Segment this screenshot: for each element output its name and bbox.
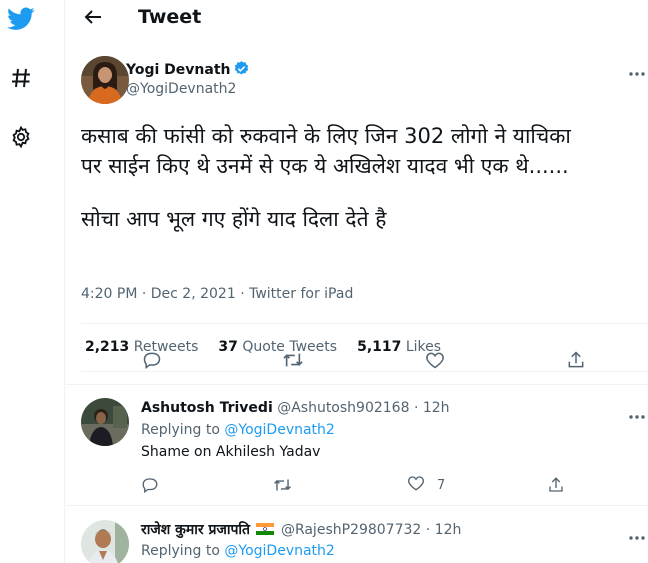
reply-header: राजेश कुमार प्रजापति @RajeshP29807732 · … — [141, 520, 461, 539]
reply-text: Shame on Akhilesh Yadav — [141, 444, 321, 460]
avatar[interactable] — [81, 520, 129, 563]
tweet-text-line: पर साईन किए थे उनमें से एक ये अखिलेश याद… — [81, 154, 569, 178]
replying-label: Replying to — [141, 543, 220, 559]
author-name-row[interactable]: Yogi Devnath — [126, 60, 250, 81]
tweet-actions — [66, 349, 648, 373]
reply-author-handle[interactable]: @RajeshP29807732 — [281, 522, 421, 538]
replying-to: Replying to @YogiDevnath2 — [141, 543, 335, 559]
back-arrow-icon[interactable] — [80, 4, 106, 30]
heart-icon[interactable] — [407, 474, 425, 496]
reply-author-name[interactable]: राजेश कुमार प्रजापति — [141, 522, 250, 538]
left-nav — [0, 0, 65, 563]
header: Tweet — [66, 0, 648, 36]
replying-label: Replying to — [141, 422, 220, 438]
reply-author-handle[interactable]: @Ashutosh902168 — [277, 400, 409, 416]
reply-header: Ashutosh Trivedi @Ashutosh902168 · 12h — [141, 400, 450, 416]
author-name[interactable]: Yogi Devnath — [126, 62, 230, 78]
reply-author-name[interactable]: Ashutosh Trivedi — [141, 400, 273, 416]
reply-icon[interactable] — [141, 475, 159, 495]
reply-tweet[interactable]: राजेश कुमार प्रजापति @RajeshP29807732 · … — [66, 505, 648, 563]
reply-icon[interactable] — [141, 349, 163, 371]
gear-icon[interactable] — [6, 122, 36, 152]
more-dots-icon[interactable] — [628, 62, 646, 81]
page-title: Tweet — [138, 6, 202, 28]
heart-icon[interactable] — [424, 349, 446, 371]
reply-actions: 7 — [141, 475, 631, 495]
reply-time[interactable]: · 12h — [414, 400, 450, 416]
avatar[interactable] — [81, 56, 129, 104]
avatar[interactable] — [81, 398, 129, 446]
replying-to: Replying to @YogiDevnath2 — [141, 422, 335, 438]
india-flag-icon — [256, 523, 275, 539]
reply-tweet[interactable]: Ashutosh Trivedi @Ashutosh902168 · 12h R… — [66, 384, 648, 505]
tweet-text: कसाब की फांसी को रुकवाने के लिए जिन 302 … — [81, 121, 636, 234]
retweet-icon[interactable] — [282, 349, 304, 371]
share-icon[interactable] — [565, 349, 587, 371]
share-icon[interactable] — [547, 475, 565, 495]
verified-badge-icon — [233, 60, 250, 81]
like-count: 7 — [437, 477, 446, 493]
tweet-text-line: कसाब की फांसी को रुकवाने के लिए जिन 302 … — [81, 124, 571, 148]
divider — [81, 323, 648, 324]
reply-time[interactable]: · 12h — [426, 522, 462, 538]
replying-to-link[interactable]: @YogiDevnath2 — [224, 422, 334, 438]
hashtag-icon[interactable] — [6, 63, 36, 93]
tweet-text-line: सोचा आप भूल गए होंगे याद दिला देते है — [81, 207, 387, 231]
author-handle[interactable]: @YogiDevnath2 — [126, 81, 236, 97]
retweet-icon[interactable] — [273, 475, 292, 495]
like-action[interactable]: 7 — [407, 475, 445, 495]
tweet-timestamp[interactable]: 4:20 PM · Dec 2, 2021 · Twitter for iPad — [81, 286, 353, 302]
more-dots-icon[interactable] — [628, 526, 646, 545]
more-dots-icon[interactable] — [628, 405, 646, 424]
twitter-bird-icon[interactable] — [6, 4, 36, 34]
replying-to-link[interactable]: @YogiDevnath2 — [224, 543, 334, 559]
